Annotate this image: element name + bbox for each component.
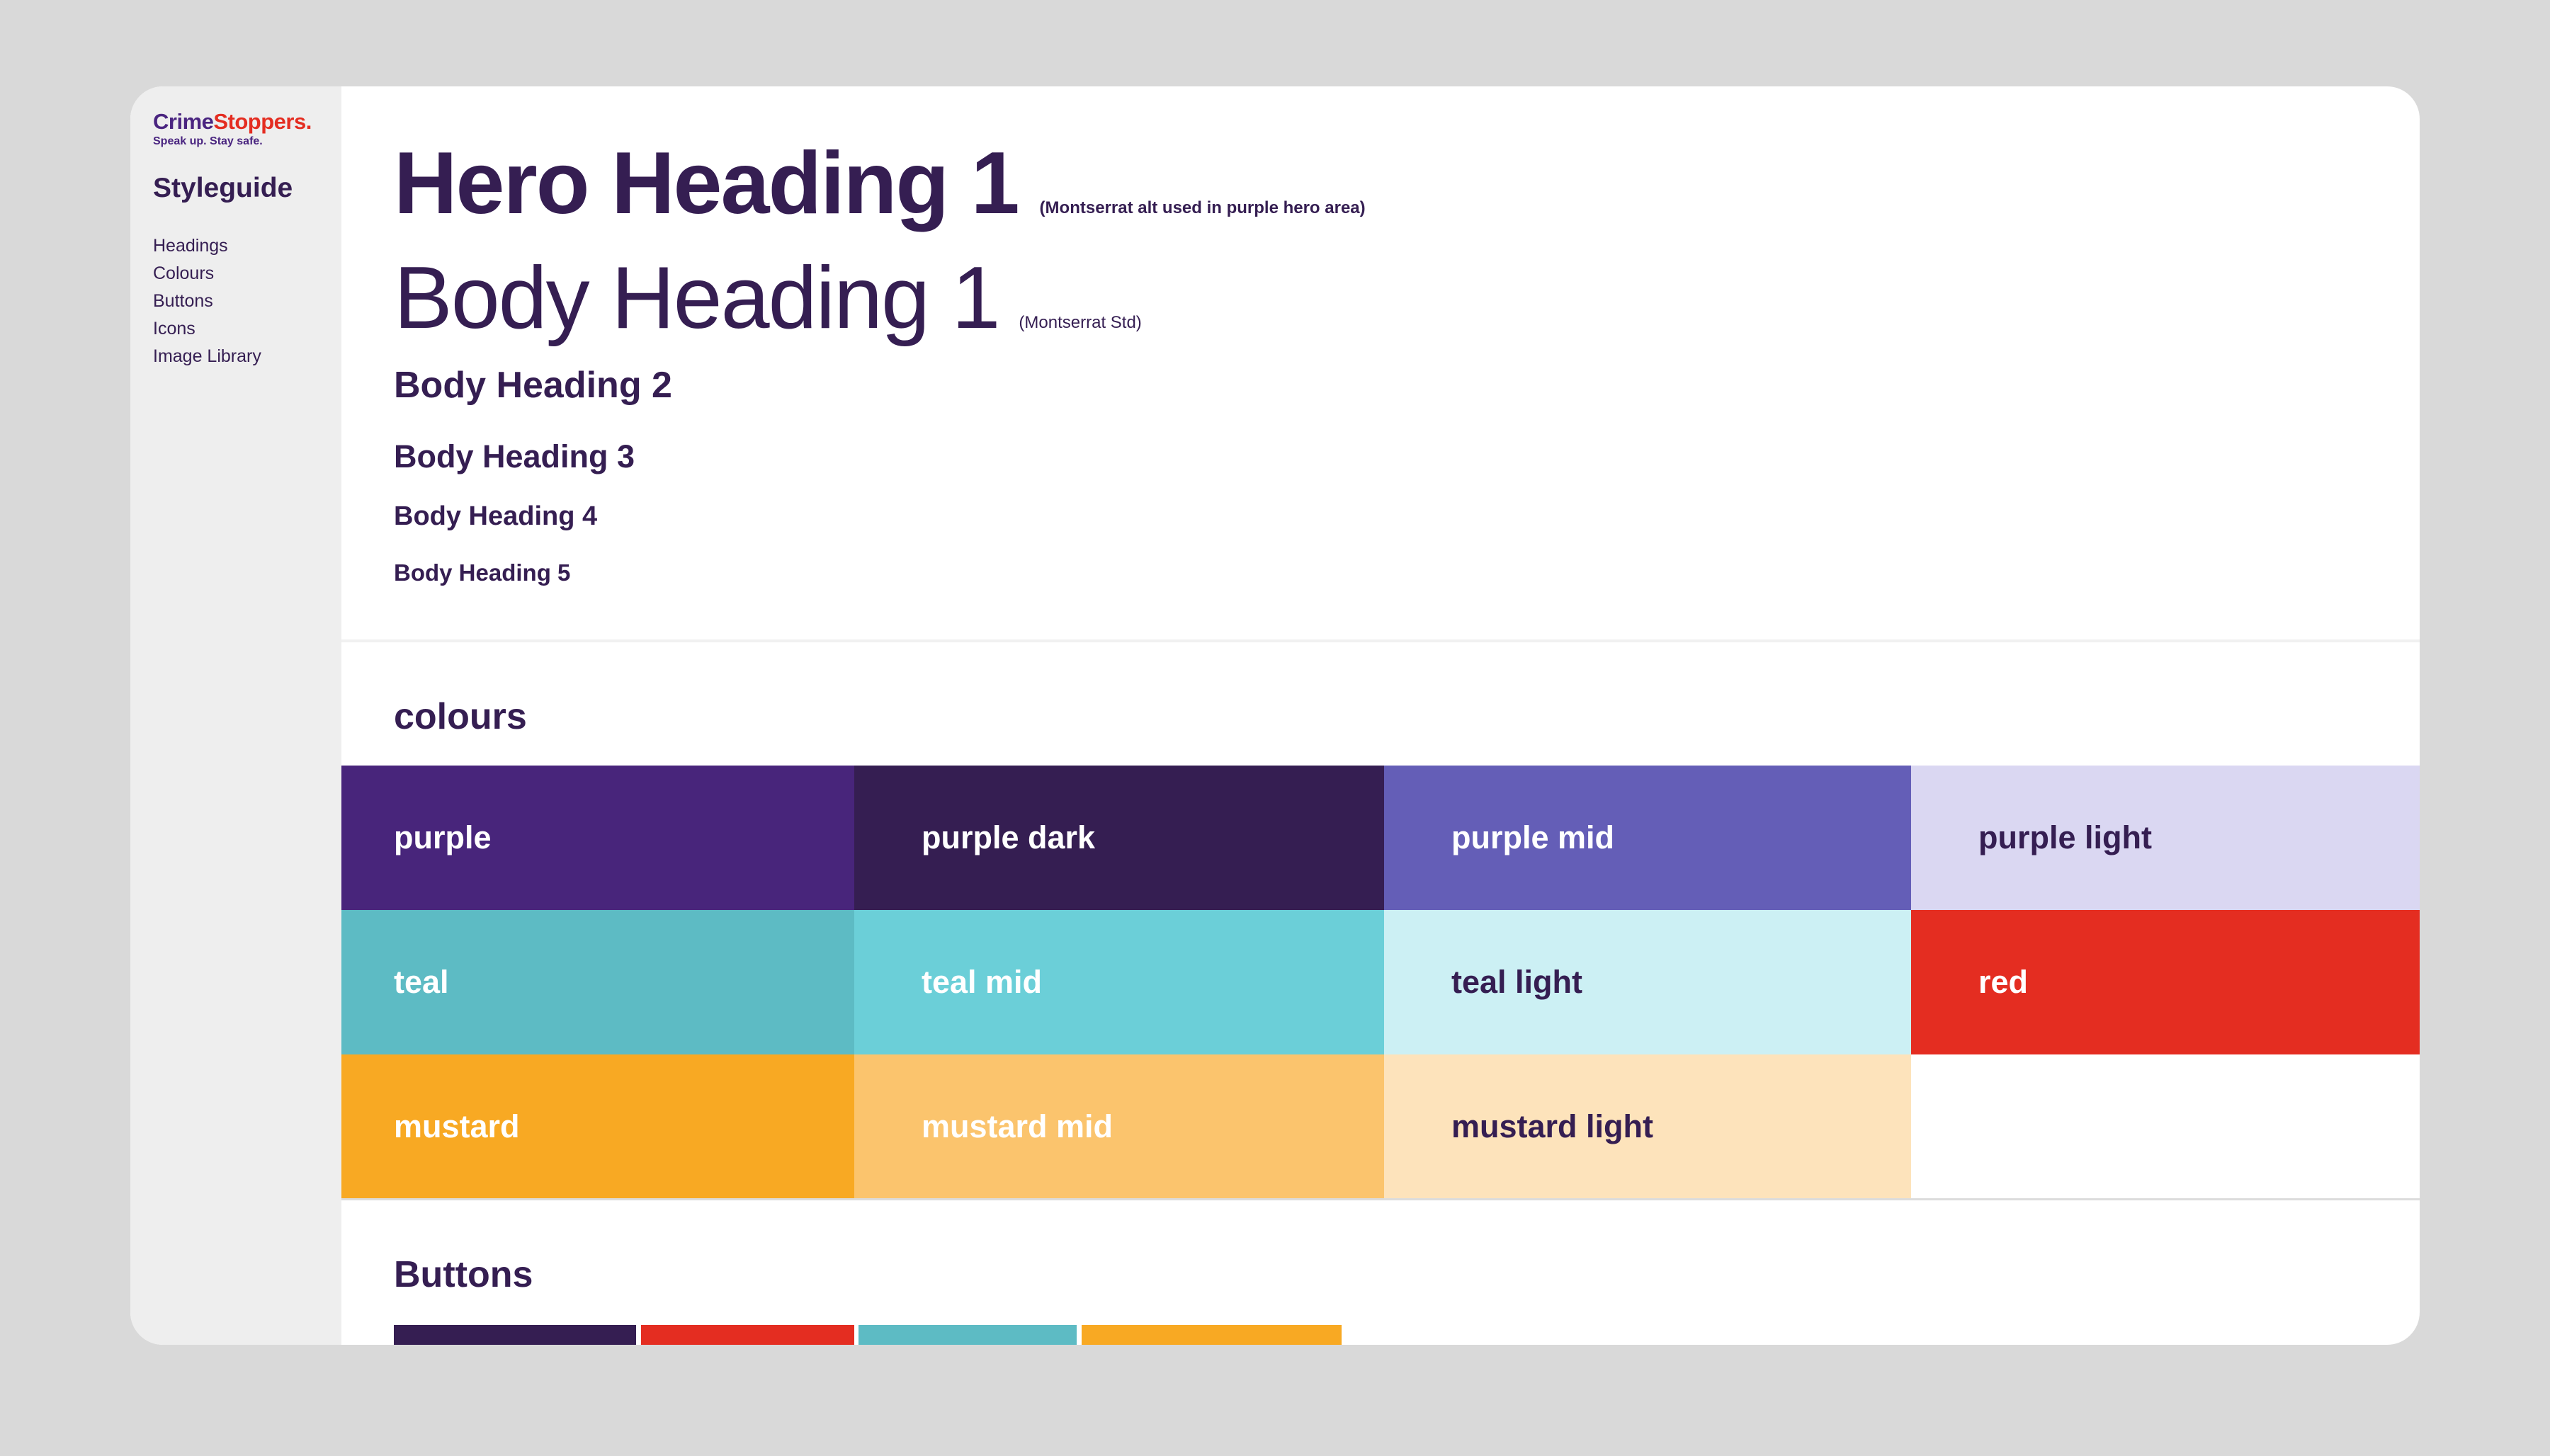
swatch-label: purple: [394, 819, 492, 855]
swatch-row: mustard mustard mid mustard light: [341, 1054, 2420, 1199]
sidebar-title: Styleguide: [153, 173, 293, 203]
hero-heading-1: Hero Heading 1: [394, 135, 1020, 232]
sidebar-item-icons[interactable]: Icons: [153, 315, 261, 343]
button-teal[interactable]: [858, 1325, 1077, 1345]
swatch-purple-light: purple light: [1911, 766, 2420, 910]
swatch-mustard-light: mustard light: [1384, 1054, 1911, 1199]
swatch-label: red: [1978, 964, 2029, 1000]
swatch-label: teal light: [1451, 964, 1583, 1000]
swatch-label: mustard mid: [922, 1108, 1114, 1144]
sidebar-nav: Headings Colours Buttons Icons Image Lib…: [153, 232, 261, 370]
logo-wordmark: CrimeStoppers.: [153, 110, 312, 132]
styleguide-window: CrimeStoppers. Speak up. Stay safe. Styl…: [130, 86, 2420, 1345]
button-purple-dark[interactable]: [394, 1325, 636, 1345]
swatch-label: teal: [394, 964, 449, 1000]
swatch-red: red: [1911, 910, 2420, 1054]
body-heading-1: Body Heading 1: [394, 249, 1000, 347]
colours-section-title: colours: [394, 696, 527, 737]
button-red[interactable]: [641, 1325, 854, 1345]
buttons-section-title: Buttons: [394, 1254, 533, 1295]
swatch-label: mustard: [394, 1108, 520, 1144]
logo-name-part2: Stoppers.: [213, 109, 312, 134]
swatch-mustard: mustard: [341, 1054, 854, 1199]
swatch-teal-mid: teal mid: [854, 910, 1384, 1054]
crimestoppers-logo[interactable]: CrimeStoppers. Speak up. Stay safe.: [153, 110, 312, 148]
section-divider: [341, 639, 2420, 642]
main-content: Hero Heading 1 (Montserrat alt used in p…: [341, 86, 2420, 1345]
grid-bottom-border: [341, 1198, 2420, 1200]
swatch-empty: [1911, 1054, 2420, 1199]
body-heading-3: Body Heading 3: [394, 438, 635, 474]
body-heading-5: Body Heading 5: [394, 559, 571, 586]
body-heading-2: Body Heading 2: [394, 365, 672, 406]
swatch-mustard-mid: mustard mid: [854, 1054, 1384, 1199]
logo-tagline: Speak up. Stay safe.: [153, 135, 263, 147]
sidebar-item-headings[interactable]: Headings: [153, 232, 261, 260]
sidebar-item-buttons[interactable]: Buttons: [153, 288, 261, 315]
swatch-label: purple mid: [1451, 819, 1615, 855]
swatch-purple: purple: [341, 766, 854, 910]
logo-name-part1: Crime: [153, 109, 214, 134]
swatch-label: purple dark: [922, 819, 1096, 855]
hero-heading-note: (Montserrat alt used in purple hero area…: [1039, 198, 1366, 217]
hero-heading-row: Hero Heading 1 (Montserrat alt used in p…: [394, 133, 1366, 234]
swatch-purple-mid: purple mid: [1384, 766, 1911, 910]
sidebar-item-colours[interactable]: Colours: [153, 260, 261, 288]
swatch-row: purple purple dark purple mid purple lig…: [341, 766, 2420, 910]
swatch-label: teal mid: [922, 964, 1043, 1000]
body-heading-1-row: Body Heading 1 (Montserrat Std): [394, 248, 1142, 348]
swatch-teal-light: teal light: [1384, 910, 1911, 1054]
colour-swatch-grid: purple purple dark purple mid purple lig…: [341, 766, 2420, 1199]
body-heading-1-note: (Montserrat Std): [1019, 313, 1142, 332]
swatch-purple-dark: purple dark: [854, 766, 1384, 910]
button-mustard[interactable]: [1082, 1325, 1342, 1345]
sidebar: CrimeStoppers. Speak up. Stay safe. Styl…: [130, 86, 341, 1345]
swatch-teal: teal: [341, 910, 854, 1054]
swatch-row: teal teal mid teal light red: [341, 910, 2420, 1054]
swatch-label: purple light: [1978, 819, 2152, 855]
swatch-label: mustard light: [1451, 1108, 1654, 1144]
sidebar-item-image-library[interactable]: Image Library: [153, 343, 261, 370]
body-heading-4: Body Heading 4: [394, 501, 598, 531]
